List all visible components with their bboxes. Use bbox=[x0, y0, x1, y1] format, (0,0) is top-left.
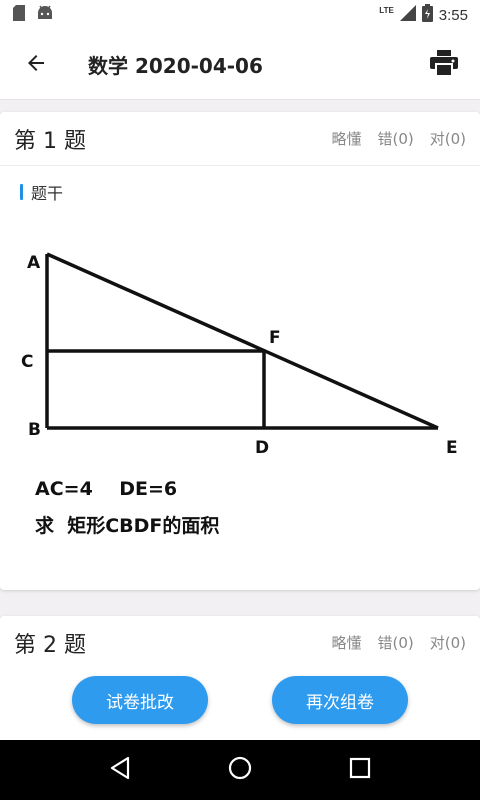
system-nav-bar bbox=[0, 740, 480, 800]
triangle-back-icon bbox=[109, 756, 131, 784]
status-time: 3:55 bbox=[438, 6, 468, 24]
printer-icon bbox=[430, 49, 458, 80]
question-header: 第 1 题 略懂 错(0) 对(0) bbox=[0, 112, 480, 166]
network-type: LTE bbox=[379, 5, 394, 15]
point-label-a: A bbox=[27, 253, 41, 273]
grade-paper-button[interactable]: 试卷批改 bbox=[72, 676, 208, 724]
square-recents-icon bbox=[349, 757, 371, 783]
app-bar: 数学 2020-04-06 bbox=[0, 30, 480, 100]
point-label-f: F bbox=[269, 328, 281, 348]
sd-card-icon bbox=[12, 4, 26, 26]
question-text: 求 矩形CBDF的面积 bbox=[35, 514, 219, 537]
nav-back-button[interactable] bbox=[100, 750, 140, 790]
stem-marker bbox=[20, 184, 23, 200]
right-button[interactable]: 对(0) bbox=[430, 128, 466, 149]
point-label-d: D bbox=[255, 438, 269, 458]
android-icon bbox=[36, 5, 54, 25]
question-actions: 略懂 错(0) 对(0) bbox=[331, 128, 466, 149]
point-label-e: E bbox=[446, 438, 458, 458]
question-list[interactable]: 第 1 题 略懂 错(0) 对(0) 题干 A C B F D E AC=4 D… bbox=[0, 100, 480, 660]
print-button[interactable] bbox=[422, 43, 466, 87]
question-figure: A C B F D E AC=4 DE=6 求 矩形CBDF的面积 bbox=[21, 252, 458, 537]
question-card-2: 第 2 题 略懂 错(0) 对(0) bbox=[0, 616, 480, 660]
page-title: 数学 2020-04-06 bbox=[88, 54, 263, 78]
bottom-action-bar: 试卷批改 再次组卷 bbox=[0, 660, 480, 740]
nav-home-button[interactable] bbox=[220, 750, 260, 790]
question-title: 第 1 题 bbox=[14, 128, 86, 154]
point-label-b: B bbox=[28, 420, 41, 440]
stem-label: 题干 bbox=[0, 166, 480, 204]
question-title: 第 2 题 bbox=[14, 632, 86, 658]
wrong-button[interactable]: 错(0) bbox=[378, 128, 414, 149]
regenerate-paper-button[interactable]: 再次组卷 bbox=[272, 676, 408, 724]
question-actions: 略懂 错(0) 对(0) bbox=[331, 632, 466, 653]
arrow-left-icon bbox=[24, 51, 48, 79]
question-card-1: 第 1 题 略懂 错(0) 对(0) 题干 A C B F D E AC=4 D… bbox=[0, 112, 480, 590]
line-ae bbox=[46, 252, 439, 430]
stem-label-text: 题干 bbox=[31, 184, 64, 203]
back-button[interactable] bbox=[14, 43, 58, 87]
point-label-c: C bbox=[21, 352, 33, 372]
wrong-button[interactable]: 错(0) bbox=[378, 632, 414, 653]
skim-button[interactable]: 略懂 bbox=[331, 128, 361, 149]
signal-icon bbox=[399, 5, 416, 25]
right-button[interactable]: 对(0) bbox=[430, 632, 466, 653]
battery-icon bbox=[421, 4, 433, 26]
circle-home-icon bbox=[228, 756, 252, 784]
nav-recents-button[interactable] bbox=[340, 750, 380, 790]
skim-button[interactable]: 略懂 bbox=[331, 632, 361, 653]
question-header: 第 2 题 略懂 错(0) 对(0) bbox=[0, 616, 480, 660]
status-bar: LTE 3:55 bbox=[0, 0, 480, 30]
given-text: AC=4 DE=6 bbox=[35, 478, 177, 500]
